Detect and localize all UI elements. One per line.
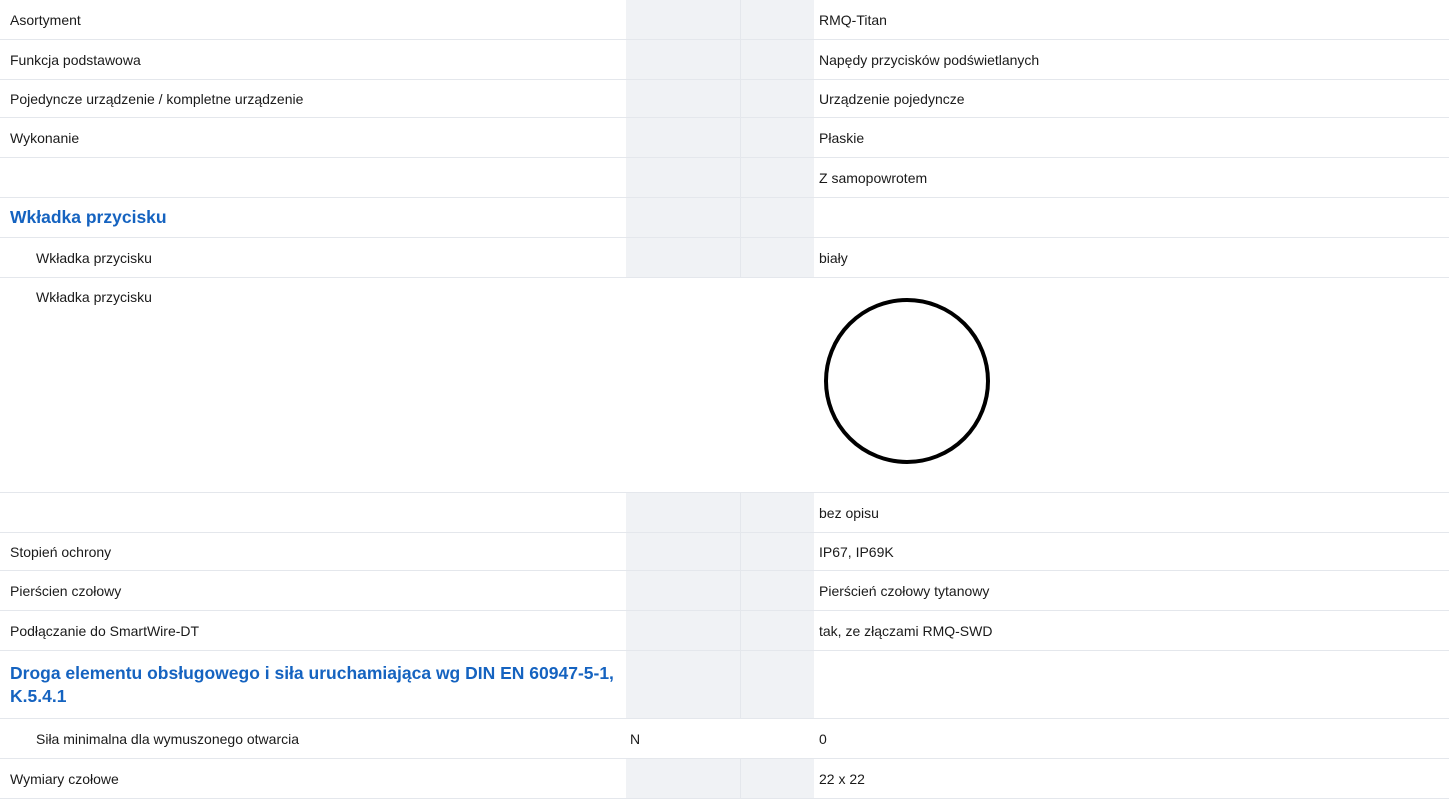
row-label: Podłączanie do SmartWire-DT	[10, 622, 200, 639]
row-value: RMQ-Titan	[819, 11, 887, 28]
table-row: bez opisu	[0, 493, 1449, 533]
spec-table: Asortyment RMQ-Titan Funkcja podstawowa …	[0, 0, 1449, 799]
row-label: Pierścien czołowy	[10, 582, 122, 599]
row-unit-spacer	[740, 0, 814, 39]
row-unit	[626, 118, 740, 157]
row-unit	[626, 40, 740, 79]
row-value: 22 x 22	[819, 770, 865, 787]
row-label: Asortyment	[10, 11, 81, 28]
row-unit	[626, 238, 740, 277]
row-unit-spacer	[740, 118, 814, 157]
row-unit-spacer	[740, 40, 814, 79]
row-label	[0, 493, 626, 532]
row-value	[814, 198, 1449, 237]
row-value: tak, ze złączami RMQ-SWD	[819, 622, 993, 639]
table-row: Pojedyncze urządzenie / kompletne urządz…	[0, 80, 1449, 118]
row-label: Siła minimalna dla wymuszonego otwarcia	[36, 730, 300, 747]
row-unit	[626, 158, 740, 197]
row-unit	[626, 198, 740, 237]
row-label: Funkcja podstawowa	[10, 51, 141, 68]
row-value: biały	[819, 249, 848, 266]
row-unit-spacer	[740, 571, 814, 610]
table-row: Wkładka przycisku	[0, 278, 1449, 493]
table-row: Podłączanie do SmartWire-DT tak, ze złąc…	[0, 611, 1449, 651]
row-label: Wkładka przycisku	[36, 289, 152, 305]
row-unit-spacer	[740, 651, 814, 718]
row-value: Z samopowrotem	[819, 169, 928, 186]
circle-icon	[824, 298, 990, 464]
row-unit	[626, 80, 740, 117]
row-unit-spacer	[740, 198, 814, 237]
table-row: Z samopowrotem	[0, 158, 1449, 198]
row-value	[814, 278, 1449, 464]
row-value: Urządzenie pojedyncze	[819, 90, 965, 107]
table-row: Stopień ochrony IP67, IP69K	[0, 533, 1449, 571]
row-unit-spacer	[740, 611, 814, 650]
row-label: Wykonanie	[10, 129, 80, 146]
table-row: Funkcja podstawowa Napędy przycisków pod…	[0, 40, 1449, 80]
row-label	[0, 158, 626, 197]
row-label: Pojedyncze urządzenie / kompletne urządz…	[10, 90, 304, 107]
row-unit-spacer	[740, 158, 814, 197]
row-unit-spacer	[740, 533, 814, 570]
row-unit-spacer	[740, 493, 814, 532]
row-unit-spacer	[740, 759, 814, 798]
row-value: IP67, IP69K	[819, 543, 894, 560]
row-unit	[626, 493, 740, 532]
section-title: Wkładka przycisku	[10, 207, 167, 227]
section-title: Droga elementu obsługowego i siła urucha…	[10, 662, 614, 706]
row-unit-spacer	[740, 80, 814, 117]
row-value: Płaskie	[819, 129, 865, 146]
table-row: Pierścien czołowy Pierścień czołowy tyta…	[0, 571, 1449, 611]
table-row: Wykonanie Płaskie	[0, 118, 1449, 158]
row-value: bez opisu	[819, 504, 879, 521]
row-label: Wymiary czołowe	[10, 770, 119, 787]
table-row: Wkładka przycisku biały	[0, 238, 1449, 278]
row-value	[814, 651, 1449, 718]
row-value: Pierścień czołowy tytanowy	[819, 582, 990, 599]
row-unit	[626, 611, 740, 650]
row-label: Wkładka przycisku	[36, 249, 152, 266]
row-unit	[626, 571, 740, 610]
row-unit: N	[626, 719, 740, 758]
section-header: Droga elementu obsługowego i siła urucha…	[0, 651, 1449, 719]
row-unit-spacer	[740, 238, 814, 277]
table-row: Asortyment RMQ-Titan	[0, 0, 1449, 40]
table-row: Wymiary czołowe 22 x 22	[0, 759, 1449, 799]
table-row: Siła minimalna dla wymuszonego otwarcia …	[0, 719, 1449, 759]
row-unit-spacer	[740, 719, 814, 758]
row-label: Stopień ochrony	[10, 543, 112, 560]
section-header: Wkładka przycisku	[0, 198, 1449, 238]
row-value: Napędy przycisków podświetlanych	[819, 51, 1040, 68]
row-unit	[626, 533, 740, 570]
row-unit	[626, 651, 740, 718]
row-value: 0	[819, 730, 827, 747]
row-unit	[626, 0, 740, 39]
row-unit	[626, 759, 740, 798]
